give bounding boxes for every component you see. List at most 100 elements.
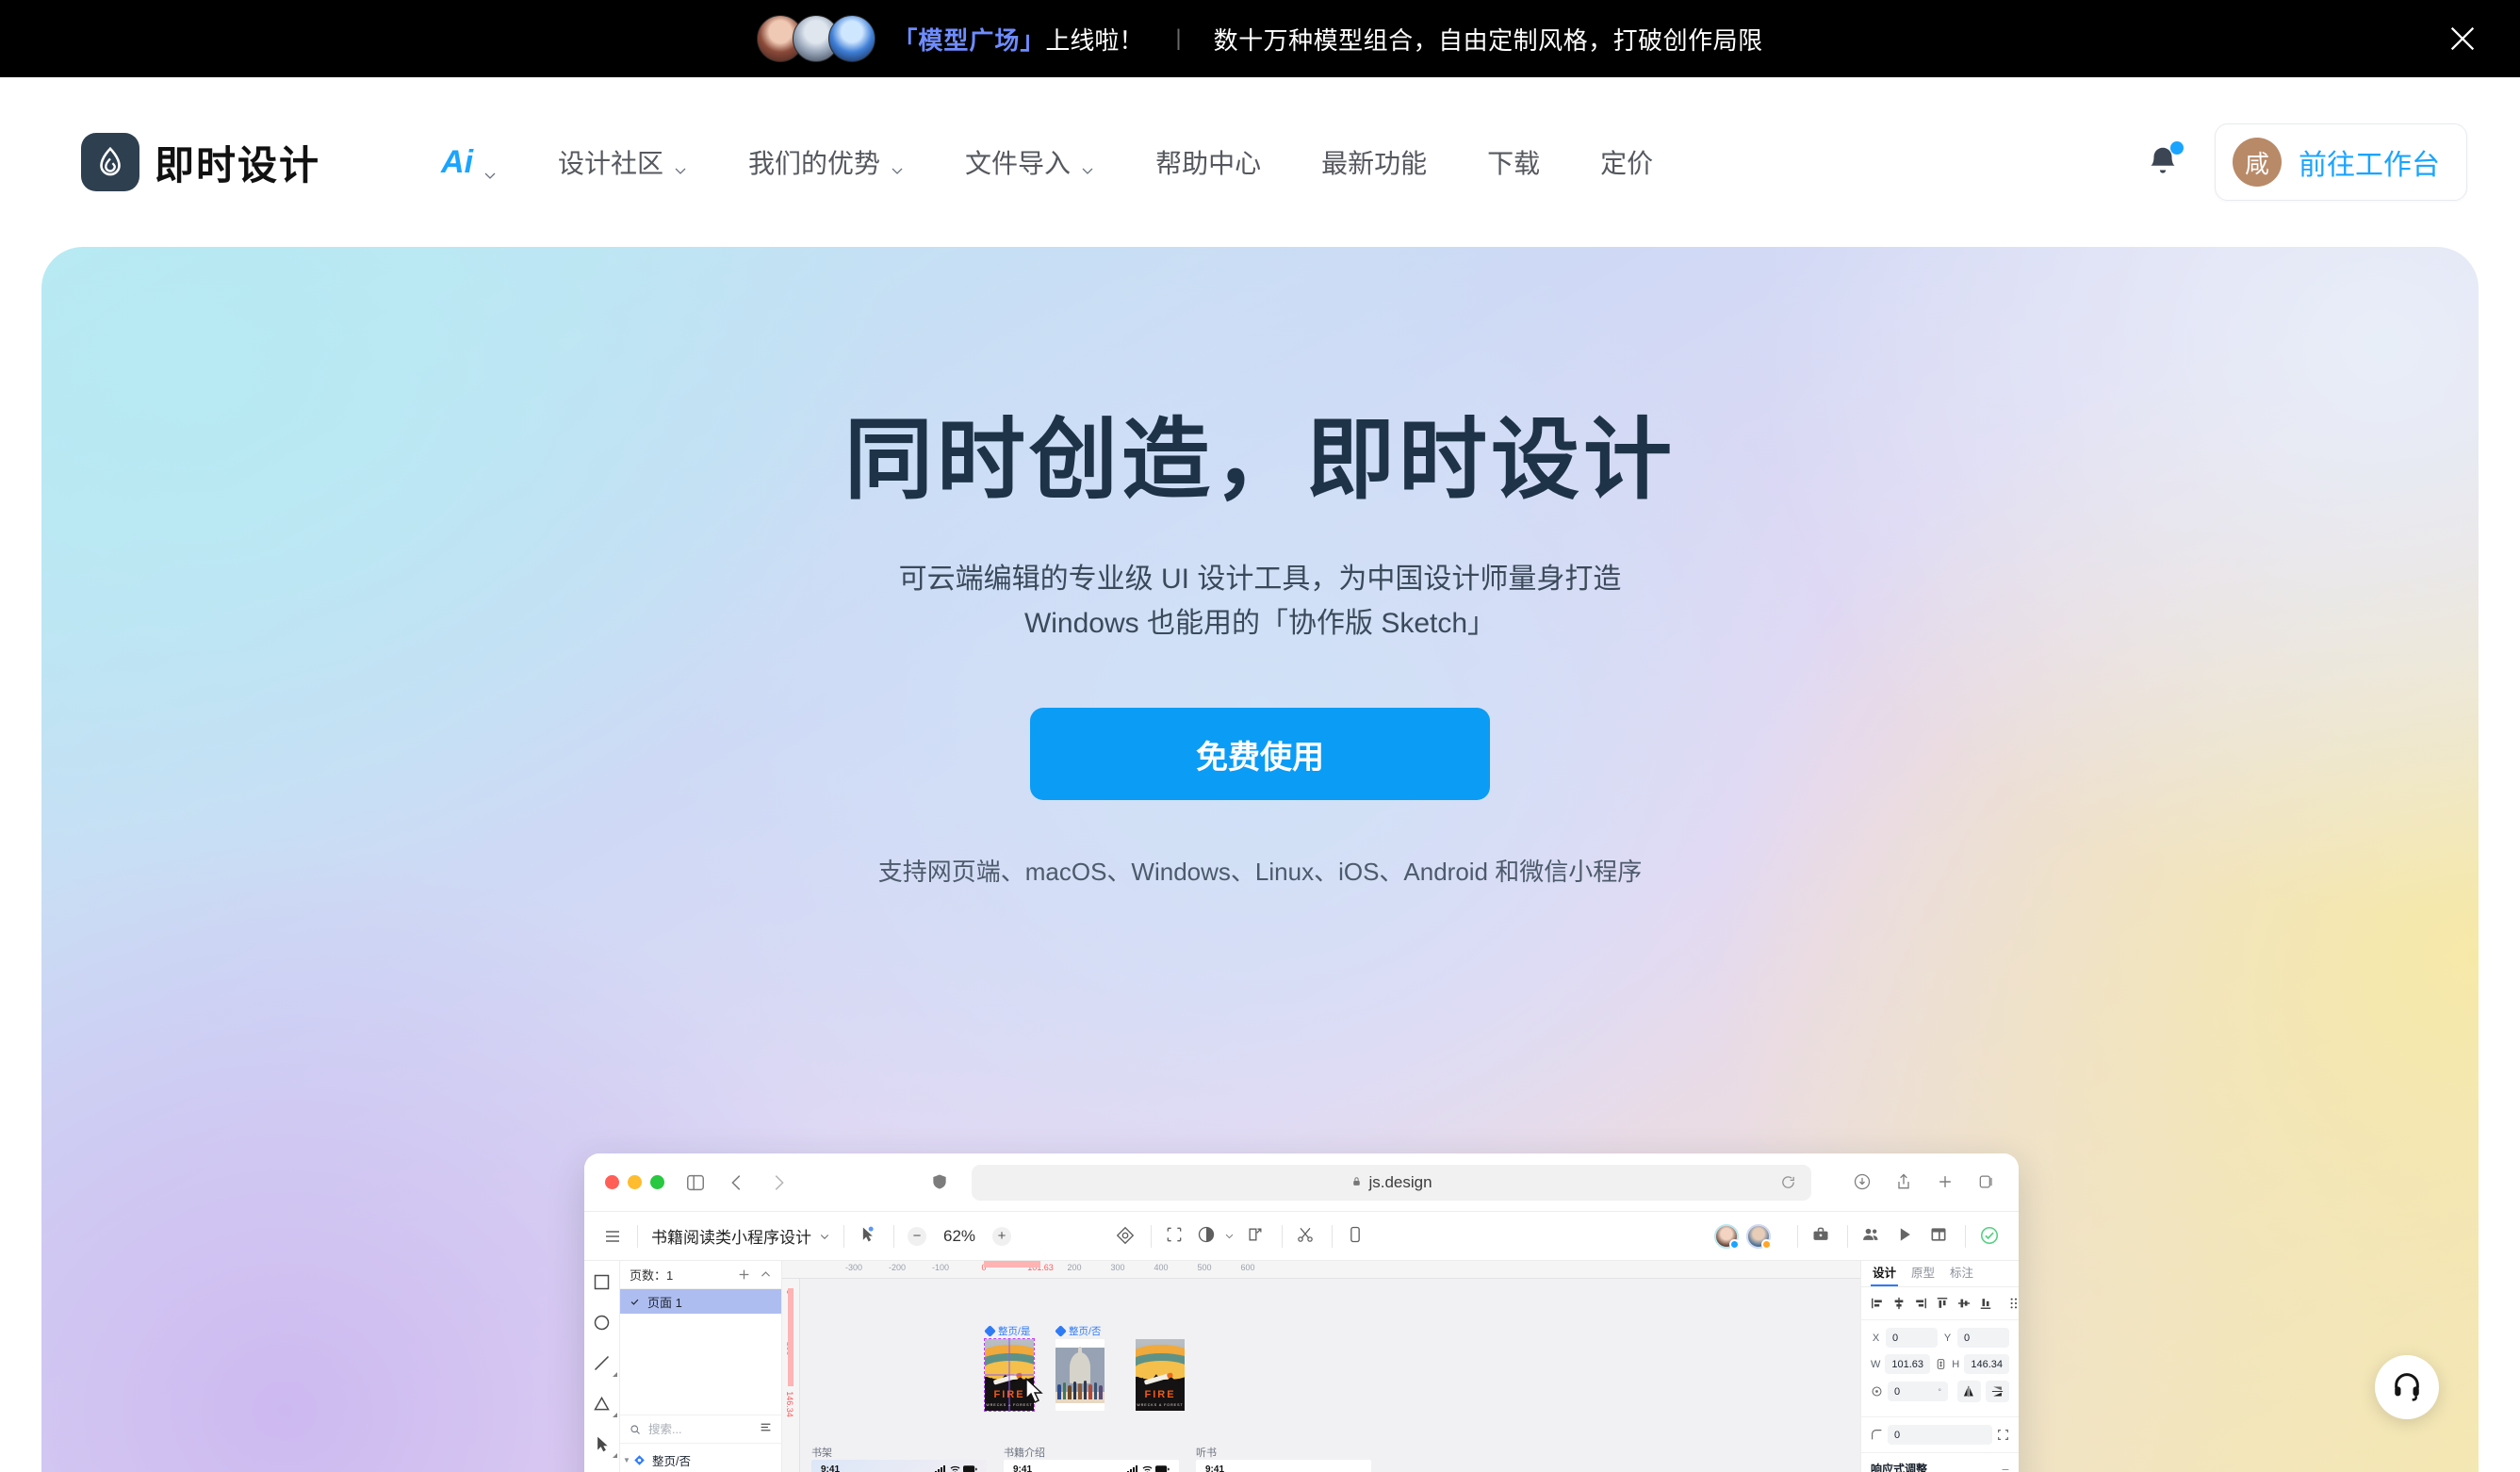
tab-prototype[interactable]: 原型 <box>1911 1263 1935 1285</box>
align-bottom-icon[interactable] <box>1979 1297 1992 1310</box>
back-icon[interactable] <box>727 1172 747 1193</box>
tab-annotation[interactable]: 标注 <box>1950 1263 1973 1285</box>
flip-horizontal-button[interactable] <box>1957 1381 1981 1402</box>
mask-icon[interactable] <box>1197 1225 1219 1248</box>
maximize-window-icon[interactable] <box>650 1175 664 1189</box>
design-canvas[interactable]: -300 -200 -100 0 101.63 200 300 400 500 … <box>782 1261 1860 1472</box>
notification-bell-icon[interactable] <box>2145 141 2184 181</box>
align-center-horizontal-icon[interactable] <box>1892 1297 1906 1310</box>
y-input[interactable]: 0 <box>1957 1328 2009 1348</box>
corner-radius-input[interactable]: 0 <box>1888 1425 1992 1445</box>
collaborator-avatar-1[interactable] <box>1714 1223 1740 1250</box>
rectangle-tool-icon[interactable] <box>592 1272 612 1292</box>
nav-item-pricing[interactable]: 定价 <box>1570 143 1683 181</box>
align-top-icon[interactable] <box>1936 1297 1949 1310</box>
tool-more-indicator <box>613 1372 617 1377</box>
go-to-workbench-button[interactable]: 咸 前往工作台 <box>2215 123 2467 201</box>
frame-icon[interactable] <box>1165 1225 1187 1248</box>
nav-item-new-features[interactable]: 最新功能 <box>1291 143 1457 181</box>
height-input[interactable]: 146.34 <box>1964 1354 2009 1374</box>
screen-book-intro[interactable]: 9:41 ‹ <box>1004 1460 1179 1472</box>
nav-item-file-import[interactable]: 文件导入 <box>935 143 1125 181</box>
play-preview-icon[interactable] <box>1895 1225 1918 1248</box>
crop-export-icon[interactable] <box>1246 1225 1268 1248</box>
collaborator-avatar-2[interactable] <box>1746 1223 1772 1250</box>
artboard-crowd[interactable] <box>1055 1339 1105 1411</box>
share-icon[interactable] <box>1894 1172 1915 1193</box>
x-input[interactable]: 0 <box>1886 1328 1938 1348</box>
nav-item-download[interactable]: 下载 <box>1457 143 1570 181</box>
pen-tool-icon[interactable] <box>592 1434 617 1458</box>
line-tool-icon[interactable] <box>592 1353 617 1377</box>
page-item-1[interactable]: 页面 1 <box>620 1289 781 1314</box>
y-label: Y <box>1943 1332 1952 1344</box>
menu-icon[interactable] <box>601 1225 624 1248</box>
independent-corners-icon[interactable] <box>1997 1429 2009 1441</box>
nav-item-ai[interactable]: Ai <box>411 144 528 181</box>
align-left-icon[interactable] <box>1871 1297 1884 1310</box>
artboard-label-2[interactable]: 整页/否 <box>1055 1324 1101 1338</box>
artboard-label-1[interactable]: 整页/是 <box>984 1324 1030 1338</box>
tab-design[interactable]: 设计 <box>1870 1263 1899 1286</box>
address-bar[interactable]: js.design <box>972 1164 1811 1201</box>
canvas-content[interactable]: 整页/是 整页/否 FIRE WRECKS A FOREST FIRE WREC… <box>800 1279 1860 1472</box>
component-icon[interactable] <box>1115 1225 1137 1248</box>
invite-members-icon[interactable] <box>1861 1225 1884 1248</box>
toolbar-right <box>1714 1223 2002 1250</box>
nav-item-community[interactable]: 设计社区 <box>528 143 718 181</box>
forward-icon[interactable] <box>768 1172 789 1193</box>
customer-support-button[interactable] <box>2375 1355 2439 1419</box>
shield-icon[interactable] <box>930 1172 951 1193</box>
zoom-out-button[interactable]: − <box>908 1226 926 1246</box>
filter-layers-icon[interactable] <box>760 1421 772 1438</box>
width-input[interactable]: 101.63 <box>1885 1354 1931 1374</box>
horizontal-ruler[interactable]: -300 -200 -100 0 101.63 200 300 400 500 … <box>782 1261 1860 1279</box>
search-input[interactable] <box>648 1422 735 1436</box>
brand-logo-link[interactable]: 即时设计 <box>81 133 320 191</box>
nav-item-advantages[interactable]: 我们的优势 <box>718 143 935 181</box>
layout-panel-icon[interactable] <box>1929 1225 1952 1248</box>
promo-banner[interactable]: 「模型广场」 上线啦！ | 数十万种模型组合，自由定制风格，打破创作局限 <box>0 0 2520 77</box>
reload-icon[interactable] <box>1780 1174 1796 1190</box>
close-window-icon[interactable] <box>605 1175 619 1189</box>
cellular-icon <box>1127 1464 1137 1472</box>
collapse-section-button[interactable]: − <box>2002 1463 2009 1472</box>
add-page-icon[interactable] <box>738 1268 750 1281</box>
new-tab-icon[interactable] <box>1936 1172 1956 1193</box>
layer-search-row[interactable] <box>620 1415 781 1444</box>
nav-item-help-center[interactable]: 帮助中心 <box>1125 143 1291 181</box>
tab-overview-icon[interactable] <box>1977 1172 1998 1193</box>
layer-row-component-1[interactable]: ▼ 整页/否 <box>620 1447 781 1472</box>
screen-bookshelf[interactable]: 9:41 云南虫谷 <box>811 1460 987 1472</box>
toolbox-icon[interactable] <box>1811 1225 1834 1248</box>
vertical-ruler[interactable]: 0 100 146.34 300 400 <box>782 1279 800 1472</box>
artboard-poster-selected[interactable]: FIRE WRECKS A FOREST <box>984 1338 1035 1412</box>
chevron-up-icon[interactable] <box>760 1268 772 1281</box>
collaborators[interactable] <box>1714 1223 1772 1250</box>
rotation-row: 0 ° <box>1871 1381 2009 1402</box>
sidebar-toggle-icon[interactable] <box>685 1172 706 1193</box>
zoom-in-button[interactable]: + <box>992 1226 1011 1246</box>
poster-artwork: FIRE WRECKS A FOREST <box>985 1339 1034 1411</box>
document-name[interactable]: 书籍阅读类小程序设计 <box>651 1224 830 1248</box>
lock-aspect-ratio-icon[interactable] <box>1935 1358 1947 1370</box>
scissors-icon[interactable] <box>1296 1225 1318 1248</box>
polygon-tool-icon[interactable] <box>592 1394 617 1417</box>
screen-audiobook[interactable]: 9:41 ‹ <box>1196 1460 1371 1472</box>
rotation-input[interactable]: 0 ° <box>1888 1382 1948 1401</box>
window-traffic-lights[interactable] <box>605 1175 664 1189</box>
artboard-poster-3[interactable]: FIRE WRECKS A FOREST <box>1136 1339 1185 1411</box>
minimize-window-icon[interactable] <box>628 1175 642 1189</box>
close-icon[interactable] <box>2446 23 2479 55</box>
flip-vertical-button[interactable] <box>1986 1381 2009 1402</box>
distribute-grid-icon[interactable] <box>2009 1297 2019 1310</box>
align-middle-vertical-icon[interactable] <box>1957 1297 1971 1310</box>
ellipse-tool-icon[interactable] <box>592 1313 612 1333</box>
expand-triangle-icon[interactable]: ▼ <box>620 1456 633 1464</box>
saved-check-icon[interactable] <box>1979 1225 2002 1248</box>
device-preview-icon[interactable] <box>1346 1225 1368 1248</box>
align-right-icon[interactable] <box>1914 1297 1927 1310</box>
download-icon[interactable] <box>1853 1172 1874 1193</box>
free-trial-button[interactable]: 免费使用 <box>1030 708 1490 800</box>
cursor-pointer-icon[interactable] <box>858 1225 880 1248</box>
